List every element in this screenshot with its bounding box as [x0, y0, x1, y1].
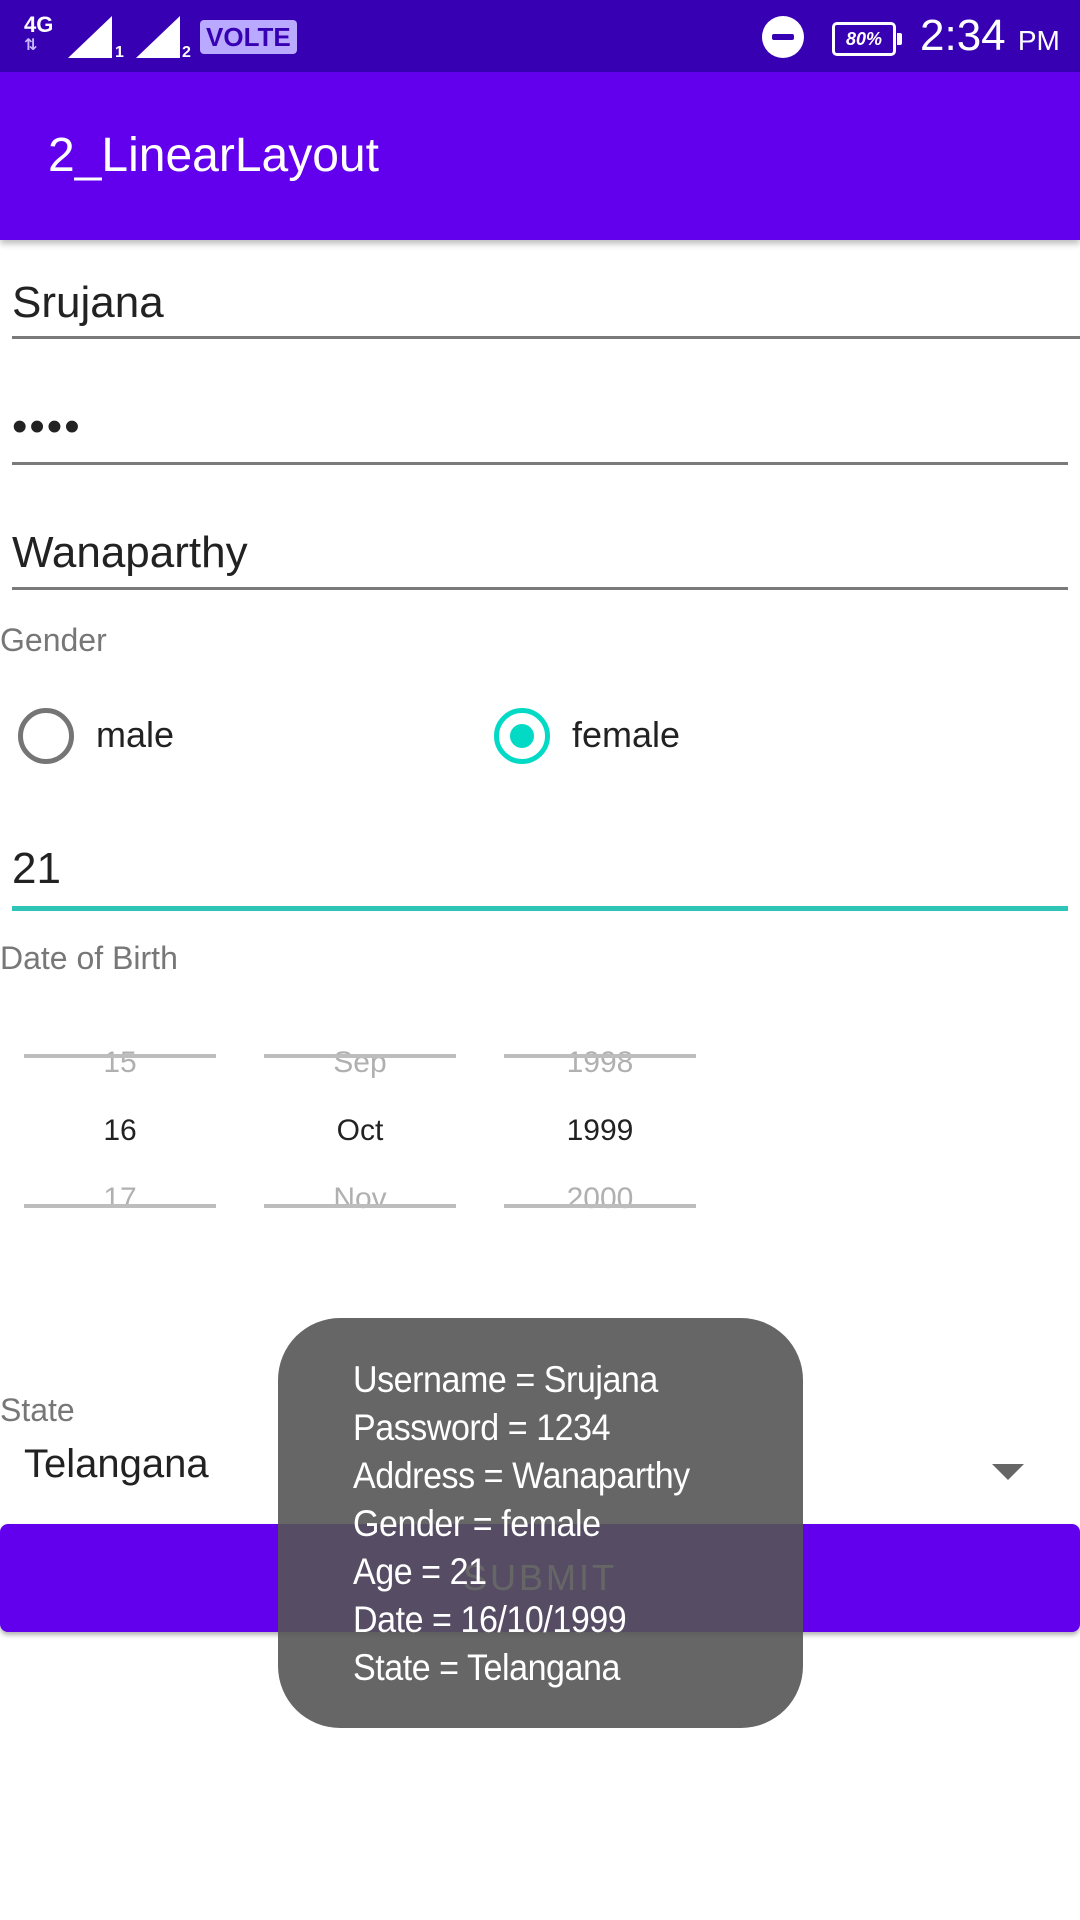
year-current[interactable]: 1999 [504, 1114, 696, 1148]
address-underline [12, 587, 1068, 590]
clock: 2:34 PM [920, 10, 1060, 67]
sim1-label: 1 [115, 44, 124, 61]
signal-icon [136, 16, 180, 58]
year-next[interactable]: 2000 [504, 1182, 696, 1216]
toast: Username = Srujana Password = 1234 Addre… [278, 1318, 803, 1728]
year-prev[interactable]: 1998 [504, 1046, 696, 1080]
month-next[interactable]: Nov [264, 1182, 456, 1216]
toast-line-username: Username = Srujana [353, 1359, 658, 1400]
app-title: 2_LinearLayout [48, 129, 379, 182]
app-bar: 2_LinearLayout [0, 72, 1080, 240]
year-picker[interactable]: 1998 1999 2000 [504, 1040, 696, 1220]
day-picker-divider [24, 1054, 216, 1058]
clock-time: 2:34 [920, 11, 1006, 60]
username-underline [12, 336, 1080, 339]
address-field[interactable]: Wanaparthy [12, 518, 1068, 588]
state-label: State [0, 1392, 75, 1428]
toast-line-address: Address = Wanaparthy [353, 1455, 690, 1496]
month-picker[interactable]: Sep Oct Nov [264, 1040, 456, 1220]
sim2-label: 2 [182, 44, 191, 61]
day-next[interactable]: 17 [24, 1182, 216, 1216]
status-bar: 4G ⇅ 1 2 VOLTE 80% 2:34 PM [0, 0, 1080, 72]
gender-label: Gender [0, 622, 107, 658]
day-current[interactable]: 16 [24, 1114, 216, 1148]
age-field[interactable]: 21 [12, 834, 1068, 904]
dnd-icon [762, 16, 804, 58]
age-underline [12, 906, 1068, 911]
volte-badge: VOLTE [200, 20, 297, 54]
female-radio[interactable] [494, 708, 550, 764]
chevron-down-icon[interactable] [992, 1464, 1024, 1480]
network-label: 4G [24, 12, 54, 37]
month-picker-divider [264, 1204, 456, 1208]
toast-line-date: Date = 16/10/1999 [353, 1599, 627, 1640]
password-field[interactable]: •••• [12, 392, 1068, 462]
day-picker-divider [24, 1204, 216, 1208]
signal-icon [68, 16, 112, 58]
female-radio-label[interactable]: female [572, 714, 680, 756]
day-picker[interactable]: 15 16 17 [24, 1040, 216, 1220]
month-current[interactable]: Oct [264, 1114, 456, 1148]
year-picker-divider [504, 1204, 696, 1208]
toast-line-gender: Gender = female [353, 1503, 601, 1544]
male-radio[interactable] [18, 708, 74, 764]
clock-ampm: PM [1017, 25, 1060, 56]
toast-line-state: State = Telangana [353, 1647, 620, 1688]
month-prev[interactable]: Sep [264, 1046, 456, 1080]
male-radio-label[interactable]: male [96, 714, 174, 756]
username-field[interactable]: Srujana [12, 268, 1068, 338]
day-prev[interactable]: 15 [24, 1046, 216, 1080]
toast-line-password: Password = 1234 [353, 1407, 611, 1448]
network-type: 4G ⇅ [24, 14, 53, 54]
state-spinner[interactable]: Telangana [24, 1442, 209, 1487]
dob-label: Date of Birth [0, 940, 178, 976]
year-picker-divider [504, 1054, 696, 1058]
toast-line-age: Age = 21 [353, 1551, 487, 1592]
battery-icon: 80% [832, 22, 902, 56]
month-picker-divider [264, 1054, 456, 1058]
data-arrows-icon: ⇅ [24, 37, 38, 54]
password-underline [12, 462, 1068, 465]
